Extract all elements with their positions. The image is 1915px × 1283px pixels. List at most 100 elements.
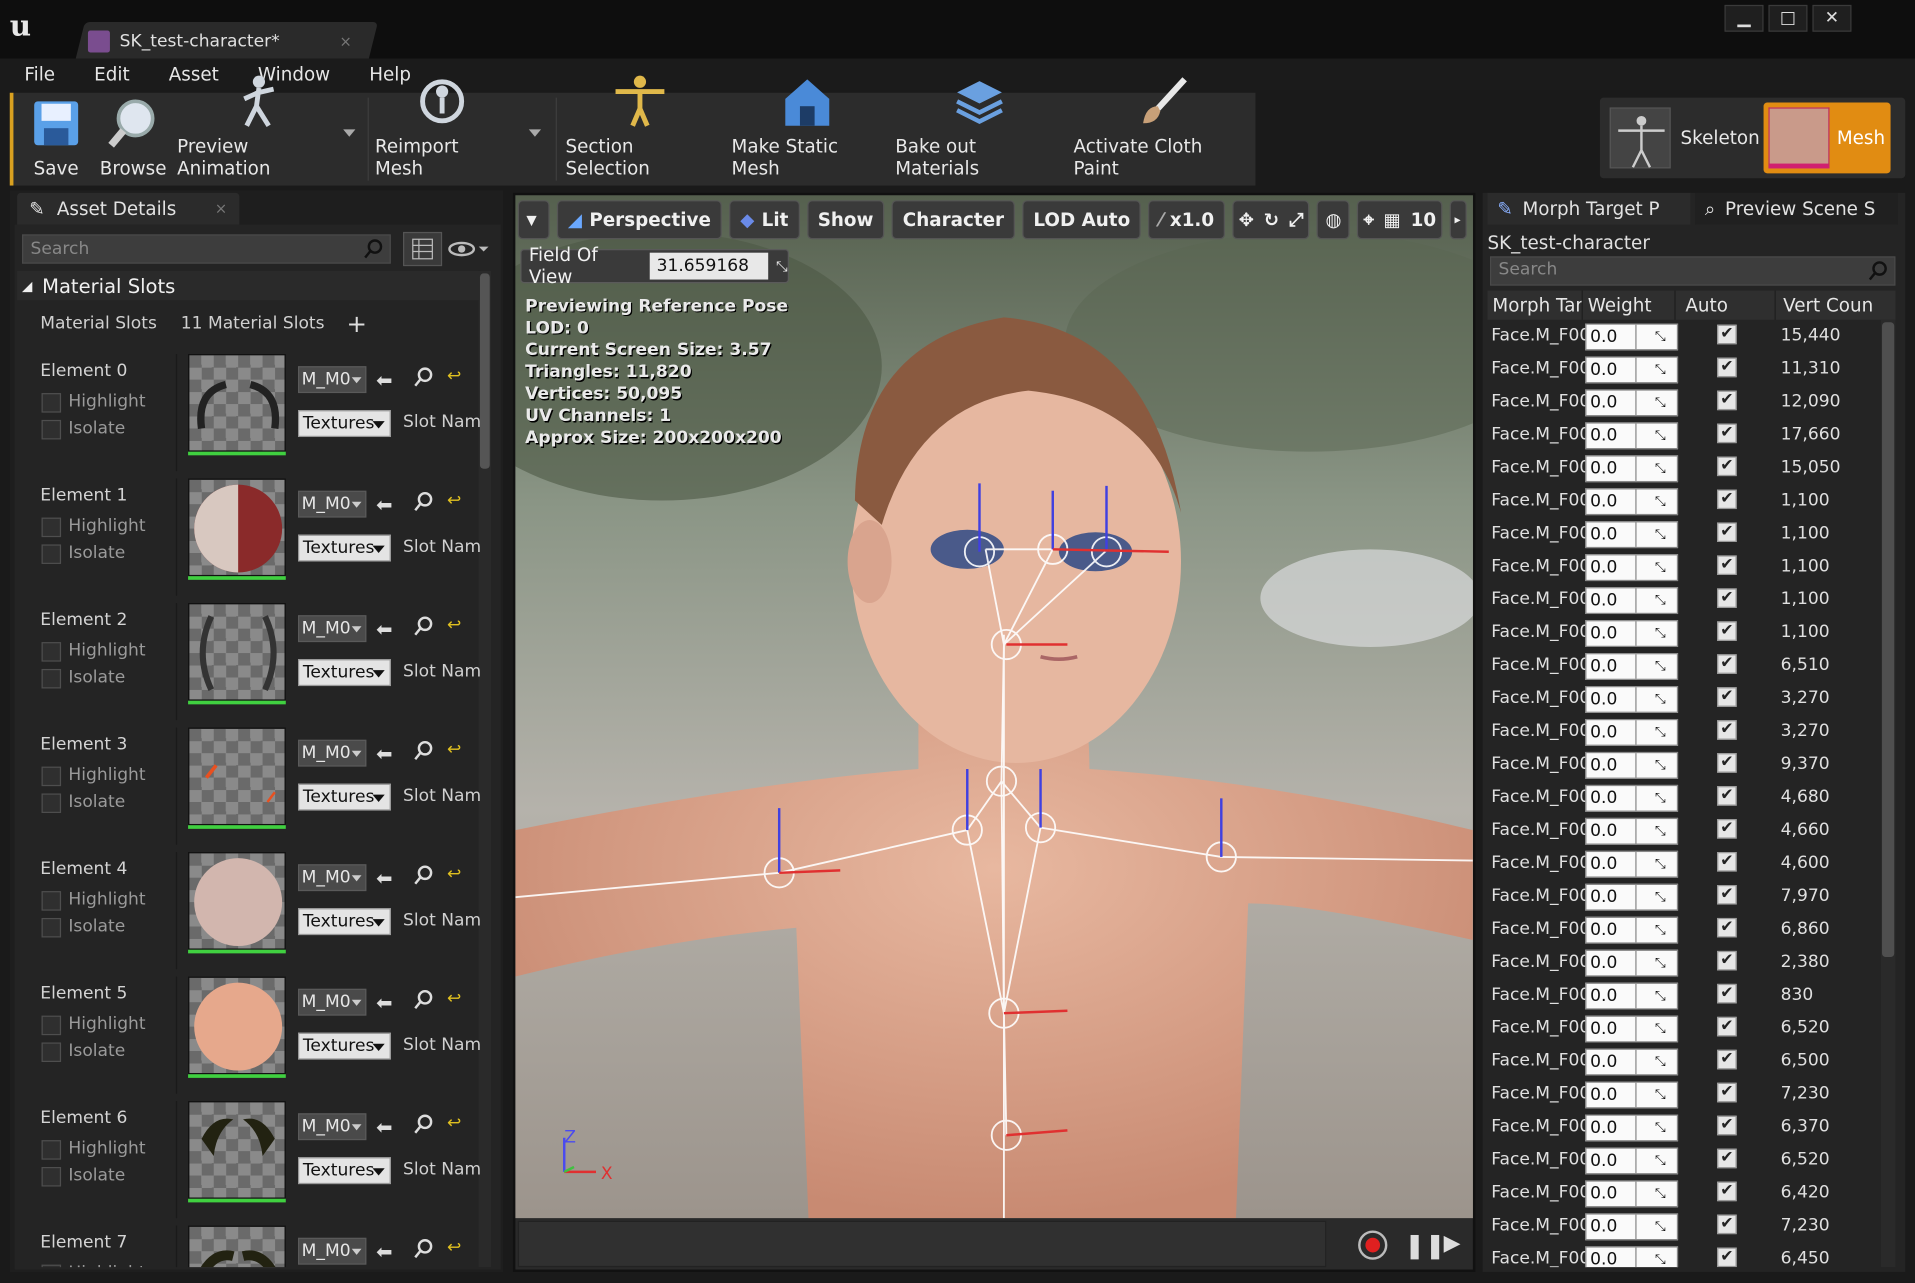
morph-weight-input[interactable]: 0.0 ⤡ bbox=[1585, 1246, 1679, 1268]
character-button[interactable]: Character bbox=[891, 200, 1016, 240]
isolate-checkbox[interactable] bbox=[41, 917, 62, 938]
browse-to-asset-icon[interactable] bbox=[413, 615, 435, 637]
morph-weight-input[interactable]: 0.0 ⤡ bbox=[1585, 1114, 1679, 1142]
auto-checkbox[interactable]: ✔ bbox=[1717, 621, 1737, 641]
mesh-mode-button[interactable]: Mesh bbox=[1763, 102, 1891, 174]
scale-icon[interactable]: ⤢ bbox=[1289, 209, 1304, 231]
morph-weight-input[interactable]: 0.0 ⤡ bbox=[1585, 1213, 1679, 1241]
grid-snap-icon[interactable]: ▦ bbox=[1384, 209, 1401, 231]
auto-checkbox[interactable]: ✔ bbox=[1717, 456, 1737, 477]
weight-drag-icon[interactable]: ⤡ bbox=[1655, 526, 1675, 543]
material-picker[interactable]: M_M0 bbox=[297, 366, 367, 394]
auto-checkbox[interactable]: ✔ bbox=[1717, 1148, 1737, 1169]
material-picker[interactable]: M_M0 bbox=[297, 1237, 367, 1265]
playback-speed-button[interactable]: ⁄ x1.0 bbox=[1148, 200, 1226, 240]
morph-target-row[interactable]: Face.M_F00 0.0 ⤡ ✔ 15,050 bbox=[1488, 452, 1881, 485]
morph-target-row[interactable]: Face.M_F00 0.0 ⤡ ✔ 4,680 bbox=[1488, 781, 1881, 814]
material-thumbnail[interactable] bbox=[188, 478, 286, 577]
auto-checkbox[interactable]: ✔ bbox=[1717, 720, 1737, 740]
auto-checkbox[interactable]: ✔ bbox=[1717, 489, 1737, 510]
morph-weight-input[interactable]: 0.0 ⤡ bbox=[1585, 653, 1679, 680]
morph-weight-input[interactable]: 0.0 ⤡ bbox=[1585, 883, 1679, 911]
textures-dropdown[interactable]: Textures bbox=[297, 534, 391, 562]
auto-checkbox[interactable]: ✔ bbox=[1717, 588, 1737, 608]
auto-checkbox[interactable]: ✔ bbox=[1717, 324, 1737, 345]
morph-weight-input[interactable]: 0.0 ⤡ bbox=[1585, 1147, 1679, 1175]
highlight-checkbox[interactable] bbox=[41, 1015, 62, 1036]
morph-weight-input[interactable]: 0.0 ⤡ bbox=[1585, 1048, 1679, 1076]
material-picker[interactable]: M_M0 bbox=[297, 739, 367, 767]
morph-weight-input[interactable]: 0.0 ⤡ bbox=[1585, 686, 1679, 713]
column-morph-target[interactable]: Morph Tar bbox=[1488, 290, 1583, 320]
textures-dropdown[interactable]: Textures bbox=[297, 659, 391, 687]
section-selection-button[interactable]: Section Selection bbox=[565, 75, 714, 186]
perspective-button[interactable]: ◢ Perspective bbox=[556, 200, 722, 240]
morph-weight-input[interactable]: 0.0 ⤡ bbox=[1585, 521, 1679, 549]
reset-to-default-icon[interactable]: ↩ bbox=[447, 1238, 461, 1258]
use-selected-arrow-icon[interactable]: ⬅ bbox=[376, 618, 392, 641]
morph-target-row[interactable]: Face.M_F00 0.0 ⤡ ✔ 1,100 bbox=[1488, 485, 1881, 518]
morph-weight-input[interactable]: 0.0 ⤡ bbox=[1585, 620, 1679, 647]
morph-weight-input[interactable]: 0.0 ⤡ bbox=[1585, 949, 1679, 977]
isolate-checkbox[interactable] bbox=[41, 793, 62, 813]
auto-checkbox[interactable]: ✔ bbox=[1717, 950, 1737, 971]
auto-checkbox[interactable]: ✔ bbox=[1717, 819, 1737, 839]
morph-target-row[interactable]: Face.M_F00 0.0 ⤡ ✔ 12,090 bbox=[1488, 386, 1881, 419]
reset-to-default-icon[interactable]: ↩ bbox=[447, 491, 461, 511]
morph-target-row[interactable]: Face.M_F00 0.0 ⤡ ✔ 6,420 bbox=[1488, 1177, 1881, 1210]
morph-target-row[interactable]: Face.M_F00 0.0 ⤡ ✔ 3,270 bbox=[1488, 682, 1881, 715]
morph-target-row[interactable]: Face.M_F00 0.0 ⤡ ✔ 1,100 bbox=[1488, 551, 1881, 584]
highlight-checkbox[interactable] bbox=[41, 642, 62, 662]
auto-checkbox[interactable]: ✔ bbox=[1717, 753, 1737, 773]
morph-target-row[interactable]: Face.M_F00 0.0 ⤡ ✔ 2,380 bbox=[1488, 946, 1881, 979]
reset-to-default-icon[interactable]: ↩ bbox=[447, 1113, 461, 1133]
material-thumbnail[interactable] bbox=[188, 976, 286, 1075]
morph-list-scrollbar-thumb[interactable] bbox=[1882, 322, 1895, 958]
reset-to-default-icon[interactable]: ↩ bbox=[447, 366, 461, 386]
auto-checkbox[interactable]: ✔ bbox=[1717, 1016, 1737, 1037]
weight-drag-icon[interactable]: ⤡ bbox=[1655, 361, 1675, 378]
morph-weight-input[interactable]: 0.0 ⤡ bbox=[1585, 455, 1679, 483]
material-picker[interactable]: M_M0 bbox=[297, 615, 367, 643]
material-picker[interactable]: M_M0 bbox=[297, 1113, 367, 1141]
morph-weight-input[interactable]: 0.0 ⤡ bbox=[1585, 1180, 1679, 1208]
weight-drag-icon[interactable]: ⤡ bbox=[1655, 823, 1675, 840]
weight-drag-icon[interactable]: ⤡ bbox=[1655, 592, 1675, 609]
weight-drag-icon[interactable]: ⤡ bbox=[1655, 427, 1675, 444]
morph-weight-input[interactable]: 0.0 ⤡ bbox=[1585, 850, 1679, 878]
textures-dropdown[interactable]: Textures bbox=[297, 783, 391, 811]
auto-checkbox[interactable]: ✔ bbox=[1717, 522, 1737, 542]
auto-checkbox[interactable]: ✔ bbox=[1717, 983, 1737, 1004]
auto-checkbox[interactable]: ✔ bbox=[1717, 687, 1737, 707]
weight-drag-icon[interactable]: ⤡ bbox=[1655, 724, 1675, 741]
activate-cloth-paint-button[interactable]: Activate Cloth Paint bbox=[1074, 77, 1252, 186]
skeleton-mode-button[interactable]: Skeleton bbox=[1609, 105, 1760, 171]
weight-drag-icon[interactable]: ⤡ bbox=[1655, 757, 1675, 774]
morph-target-row[interactable]: Face.M_F00 0.0 ⤡ ✔ 9,370 bbox=[1488, 748, 1881, 781]
isolate-checkbox[interactable] bbox=[41, 668, 62, 689]
morph-target-row[interactable]: Face.M_F00 0.0 ⤡ ✔ 4,600 bbox=[1488, 847, 1881, 880]
morph-weight-input[interactable]: 0.0 ⤡ bbox=[1585, 323, 1679, 351]
morph-weight-input[interactable]: 0.0 ⤡ bbox=[1585, 422, 1679, 450]
isolate-checkbox[interactable] bbox=[41, 419, 62, 440]
morph-weight-input[interactable]: 0.0 ⤡ bbox=[1585, 1081, 1679, 1109]
browse-to-asset-icon[interactable] bbox=[413, 989, 435, 1011]
browse-to-asset-icon[interactable] bbox=[413, 740, 435, 762]
weight-drag-icon[interactable]: ⤡ bbox=[1655, 1251, 1675, 1267]
textures-dropdown[interactable]: Textures bbox=[297, 1157, 391, 1185]
weight-drag-icon[interactable]: ⤡ bbox=[1655, 922, 1675, 939]
auto-checkbox[interactable]: ✔ bbox=[1717, 654, 1737, 674]
morph-weight-input[interactable]: 0.0 ⤡ bbox=[1585, 916, 1679, 944]
morph-target-row[interactable]: Face.M_F00 0.0 ⤡ ✔ 7,230 bbox=[1488, 1210, 1881, 1243]
weight-drag-icon[interactable]: ⤡ bbox=[1655, 790, 1675, 807]
morph-target-row[interactable]: Face.M_F00 0.0 ⤡ ✔ 6,510 bbox=[1488, 649, 1881, 682]
weight-drag-icon[interactable]: ⤡ bbox=[1655, 1218, 1675, 1235]
reset-to-default-icon[interactable]: ↩ bbox=[447, 740, 461, 760]
morph-target-row[interactable]: Face.M_F00 0.0 ⤡ ✔ 17,660 bbox=[1488, 419, 1881, 452]
reset-to-default-icon[interactable]: ↩ bbox=[447, 989, 461, 1009]
auto-checkbox[interactable]: ✔ bbox=[1717, 1082, 1737, 1103]
auto-checkbox[interactable]: ✔ bbox=[1717, 390, 1737, 411]
world-local-button[interactable]: ◍ bbox=[1316, 200, 1351, 240]
highlight-checkbox[interactable] bbox=[41, 1140, 62, 1160]
weight-drag-icon[interactable]: ⤡ bbox=[1655, 955, 1675, 972]
